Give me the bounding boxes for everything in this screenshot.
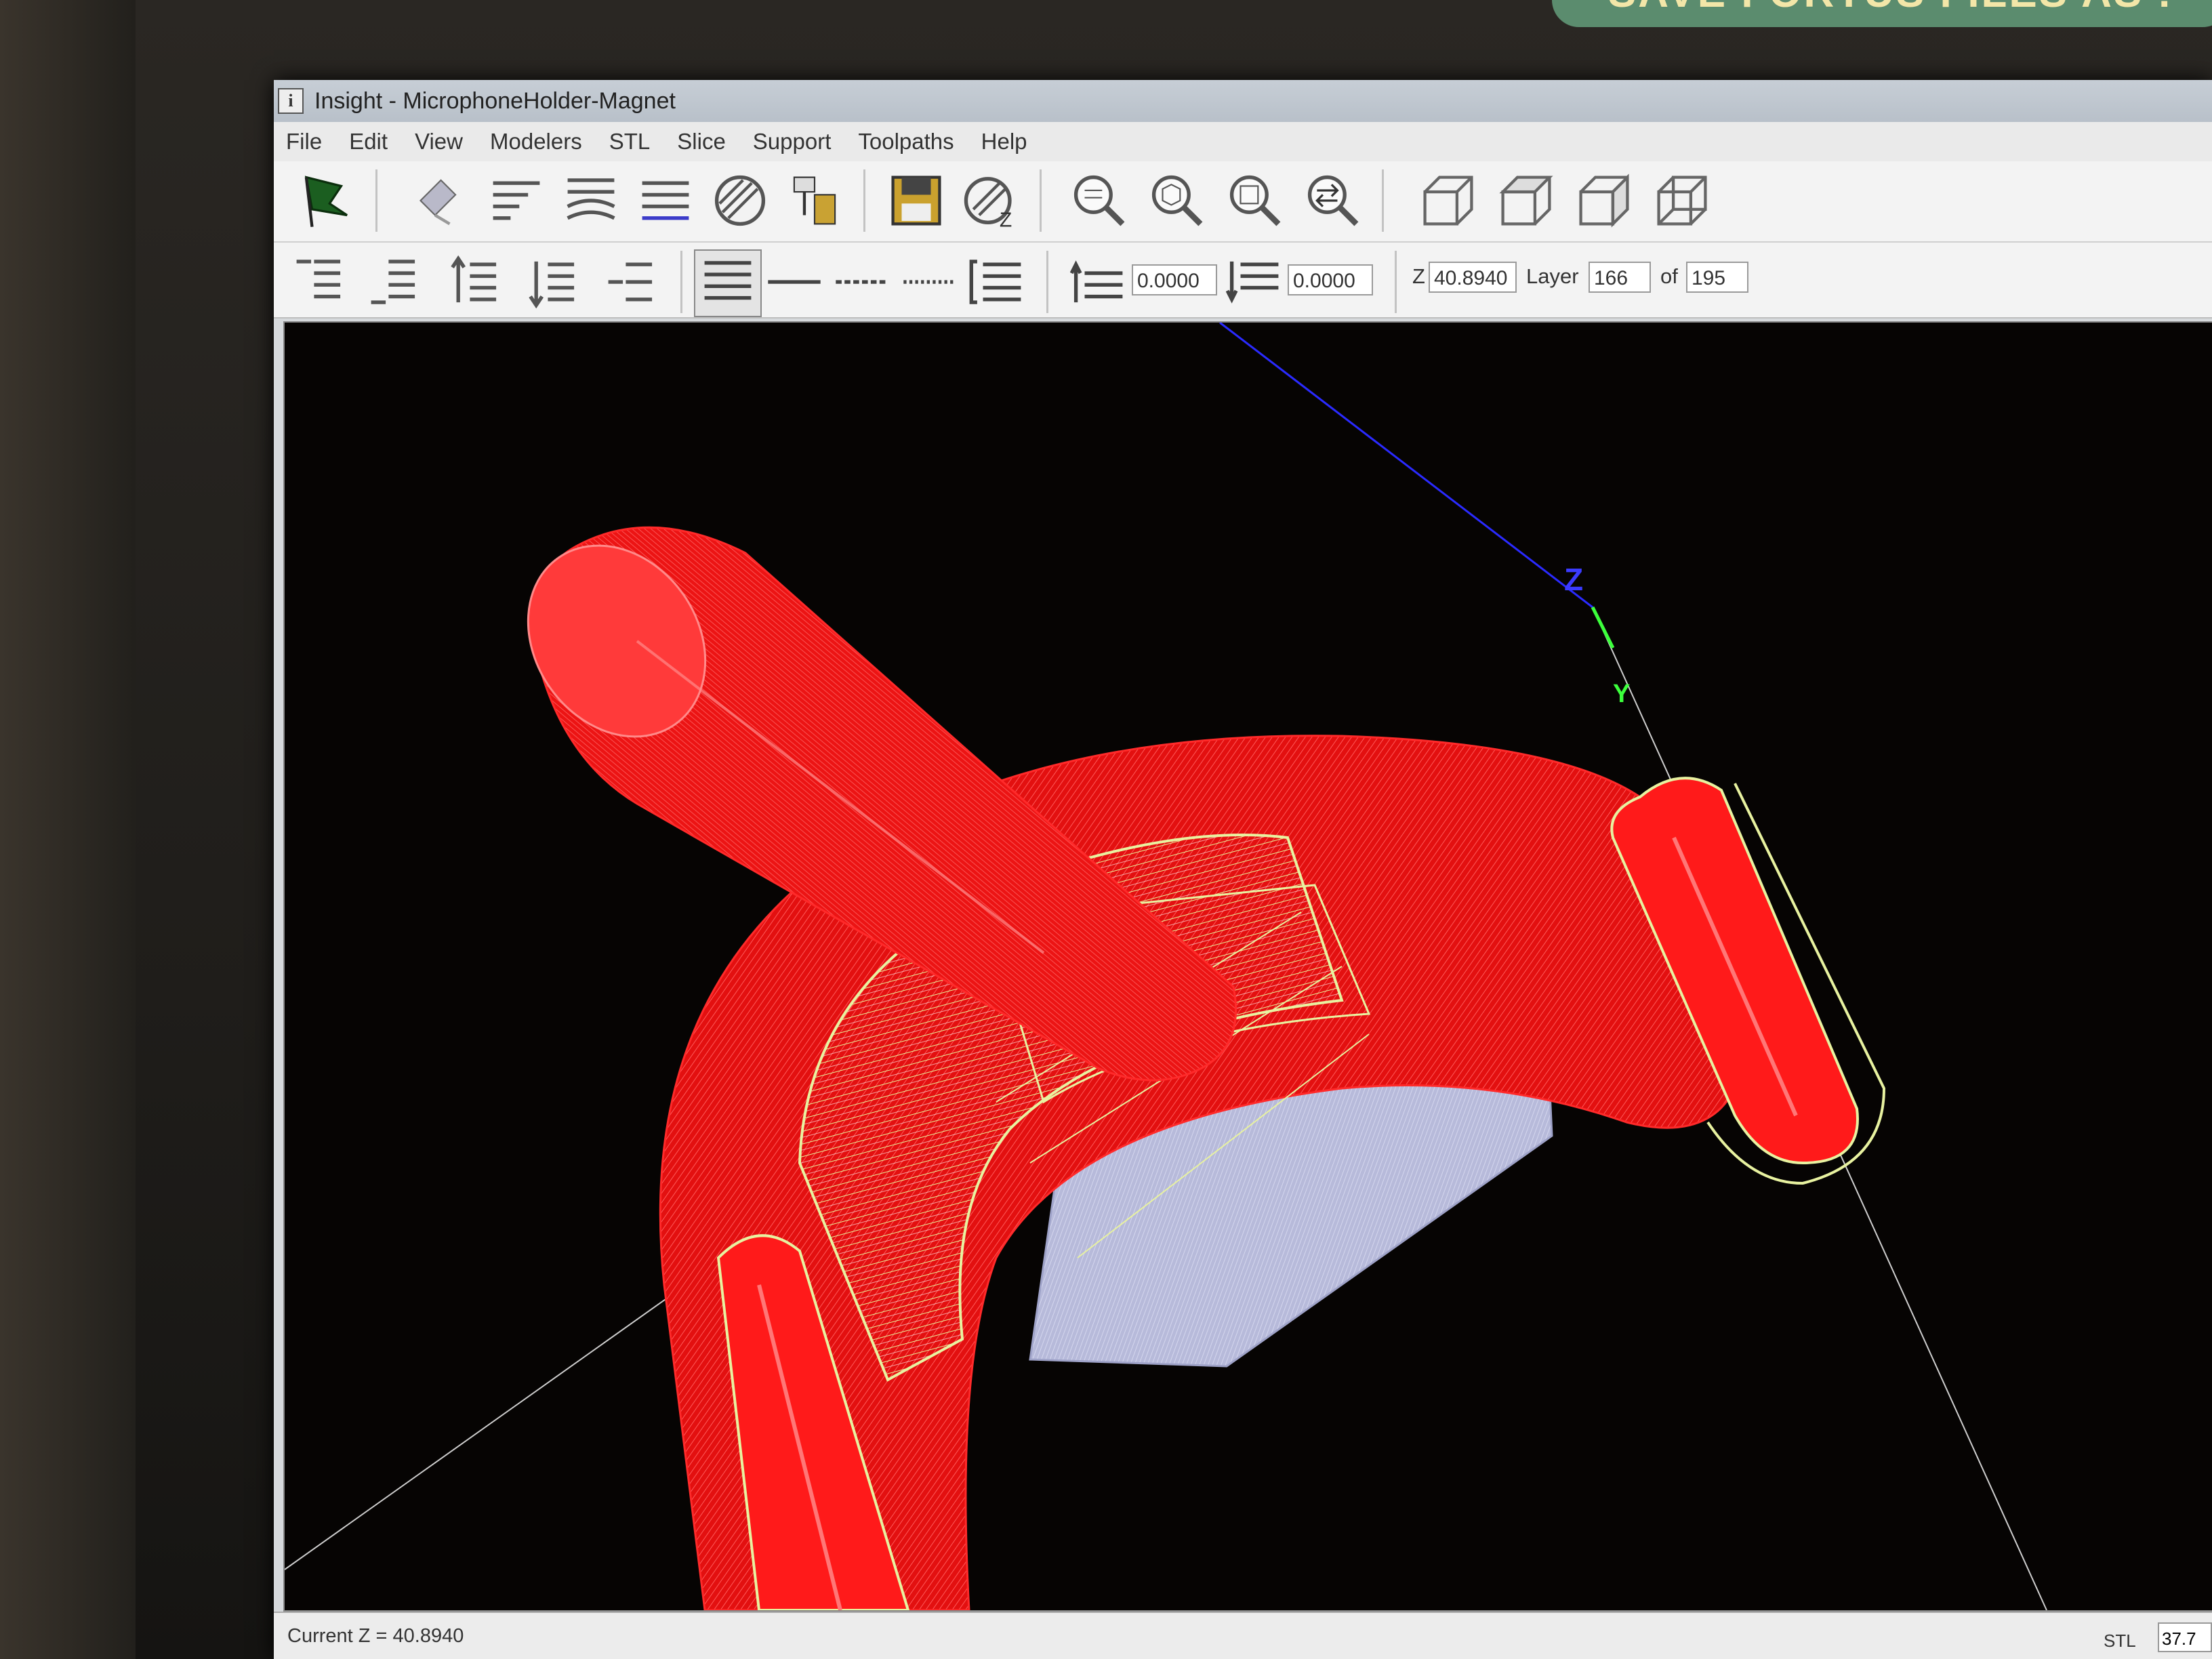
axis-y-label: Y	[1613, 680, 1630, 708]
window-title: Insight - MicrophoneHolder-Magnet	[314, 87, 676, 114]
y-axis-line	[1591, 606, 1615, 649]
z-axis-line	[1219, 323, 1593, 609]
zoom-swap-icon[interactable]	[1300, 168, 1366, 233]
wall-banner: SAVE FORTUS FILES AS :	[1552, 0, 2212, 27]
menu-view[interactable]: View	[415, 129, 463, 155]
svg-text:Z: Z	[1000, 209, 1012, 230]
slice-curve-icon[interactable]	[558, 168, 623, 233]
zoom-box-icon[interactable]	[1223, 168, 1288, 233]
slice-align-left-icon[interactable]	[484, 168, 549, 233]
layer-label: Layer	[1526, 264, 1579, 288]
status-bar: Current Z = 40.8940 STL 37.7	[274, 1612, 2212, 1659]
line-solid-icon[interactable]	[762, 249, 827, 314]
layer-total-field: 195	[1686, 262, 1748, 293]
indent-top-icon[interactable]	[287, 249, 352, 314]
layer-insert-icon[interactable]	[599, 249, 664, 314]
offset-a-field[interactable]: 0.0000	[1132, 264, 1217, 295]
status-stl-label: STL	[2104, 1631, 2136, 1651]
app-info-icon[interactable]: i	[278, 88, 304, 114]
menu-stl[interactable]: STL	[609, 129, 651, 155]
line-dash-icon[interactable]	[830, 249, 895, 314]
of-label: of	[1660, 264, 1678, 288]
app-window: i Insight - MicrophoneHolder-Magnet File…	[274, 80, 2212, 1659]
title-bar: i Insight - MicrophoneHolder-Magnet	[274, 80, 2212, 122]
menu-slice[interactable]: Slice	[677, 129, 726, 155]
x-axis-guide	[285, 1271, 705, 1570]
zoom-cube-icon[interactable]	[1145, 168, 1210, 233]
layer-down-icon[interactable]	[521, 249, 586, 314]
layer-up-icon[interactable]	[443, 249, 508, 314]
main-toolbar: Z	[274, 161, 2212, 243]
view-front-icon[interactable]	[1416, 168, 1481, 233]
menu-help[interactable]: Help	[981, 129, 1027, 155]
orient-icon[interactable]	[403, 168, 468, 233]
current-z-status: Current Z = 40.8940	[287, 1625, 464, 1647]
view-side-icon[interactable]	[1572, 168, 1637, 233]
offset-b-field[interactable]: 0.0000	[1288, 264, 1373, 295]
menu-toolpaths[interactable]: Toolpaths	[858, 129, 954, 155]
view-top-icon[interactable]	[1494, 168, 1559, 233]
view-iso-icon[interactable]	[1650, 168, 1715, 233]
line-solid-thick-icon[interactable]	[694, 249, 762, 317]
line-dot-icon[interactable]	[897, 249, 962, 314]
offset-down-icon[interactable]	[1223, 249, 1288, 314]
slice-lines-icon[interactable]	[633, 168, 698, 233]
flag-icon[interactable]	[294, 168, 359, 233]
machine-icon[interactable]	[782, 168, 847, 233]
zoom-in-icon[interactable]	[1067, 168, 1132, 233]
model-render: Z Y	[285, 323, 2047, 1610]
save-icon[interactable]	[884, 168, 949, 233]
3d-viewport[interactable]: Z Y	[283, 321, 2212, 1612]
menu-bar: File Edit View Modelers STL Slice Suppor…	[274, 122, 2212, 162]
z-value-field[interactable]: 40.8940	[1429, 262, 1517, 293]
line-bracket-icon[interactable]	[965, 249, 1030, 314]
axis-z-label: Z	[1564, 562, 1583, 597]
status-stl-value: 37.7	[2158, 1622, 2212, 1652]
menu-modelers[interactable]: Modelers	[490, 129, 582, 155]
menu-support[interactable]: Support	[753, 129, 832, 155]
layer-field[interactable]: 166	[1589, 262, 1651, 293]
offset-up-icon[interactable]	[1067, 249, 1132, 314]
indent-bottom-icon[interactable]	[362, 249, 427, 314]
menu-file[interactable]: File	[286, 129, 322, 155]
z-label: Z	[1412, 264, 1425, 288]
menu-edit[interactable]: Edit	[349, 129, 388, 155]
hatch-circle-icon[interactable]	[708, 168, 773, 233]
layer-toolbar: 0.0000 0.0000 Z 40.8940 Layer 166 of 195	[274, 243, 2212, 319]
background-wall	[0, 0, 136, 1659]
z-circle-icon[interactable]: Z	[958, 168, 1023, 233]
